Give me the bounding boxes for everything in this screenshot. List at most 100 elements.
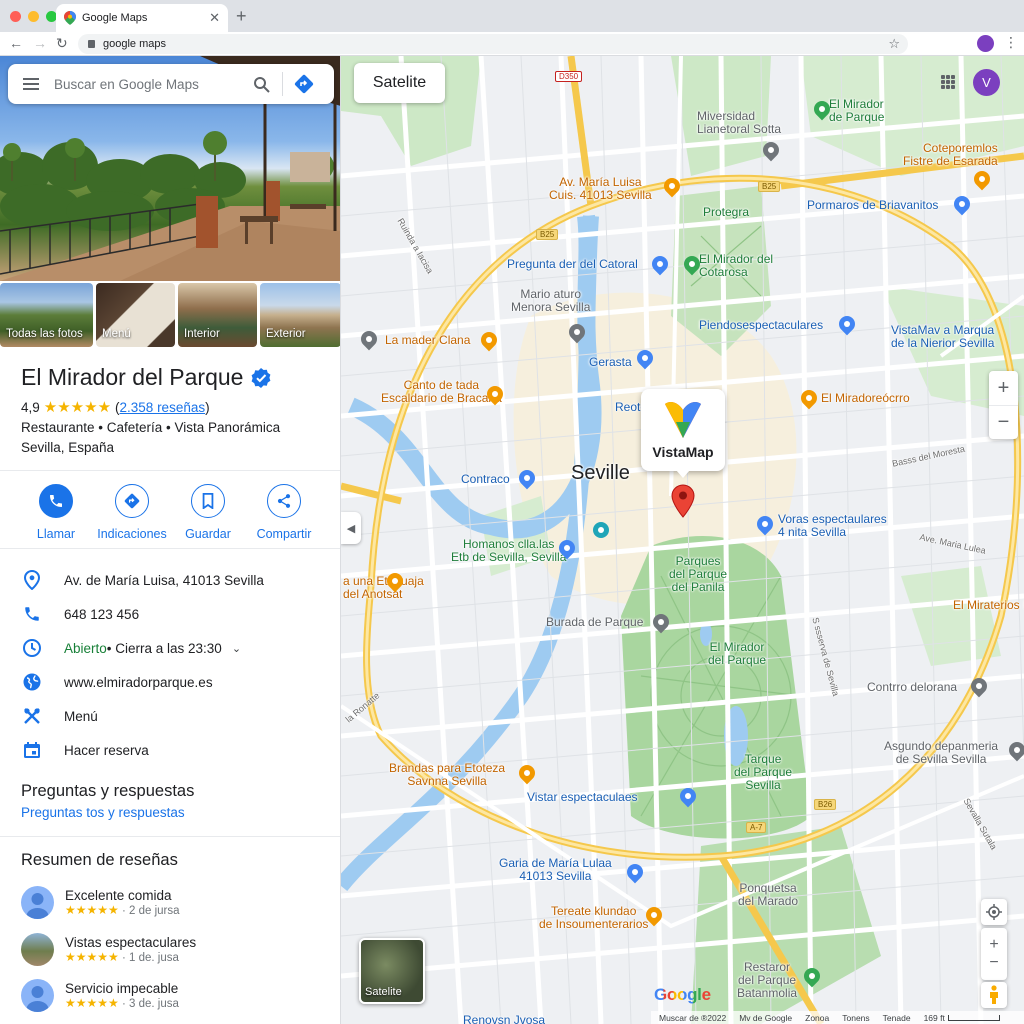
map-label: Tereate klundao de Insoumenterarios: [539, 904, 649, 931]
website-row[interactable]: www.elmiradorparque.es: [21, 671, 213, 693]
url-field[interactable]: google maps ☆: [78, 34, 908, 54]
phone-row[interactable]: 648 123 456: [21, 603, 139, 625]
directions-icon[interactable]: [287, 74, 321, 94]
map-label: La mader Clana: [385, 333, 471, 347]
hours-row[interactable]: Abierto • Cierra a las 23:30 ⌄: [21, 637, 241, 659]
map-label: Pormaros de Briavanitos: [807, 198, 939, 212]
call-button[interactable]: Llamar: [18, 484, 94, 541]
pegman-icon[interactable]: [981, 982, 1007, 1008]
back-icon[interactable]: ←: [9, 35, 23, 51]
satellite-layer-thumbnail[interactable]: Satelite: [359, 938, 425, 1004]
zoom-in-small-button[interactable]: +: [989, 936, 998, 954]
vistamap-popup[interactable]: VistaMap: [641, 389, 725, 478]
scale-bar[interactable]: 169 ft: [924, 1013, 1000, 1023]
road-shield: A-7: [746, 822, 767, 833]
reload-icon[interactable]: ↻: [56, 35, 68, 52]
review-item[interactable]: Servicio impecable ★★★★★ · 3 de. jusa: [21, 979, 179, 1012]
menu-row[interactable]: Menú: [21, 705, 98, 727]
browser-profile-avatar[interactable]: [977, 35, 994, 52]
chevron-down-icon[interactable]: ⌄: [232, 642, 241, 655]
bookmark-icon: [191, 484, 225, 518]
review-title: Excelente comida: [65, 888, 172, 903]
phone-icon: [39, 484, 73, 518]
address-bar-row: ← → ↻ google maps ☆ ⋮: [0, 32, 1024, 56]
scale-label: 169 ft: [923, 1012, 945, 1023]
search-input[interactable]: [54, 76, 244, 92]
verified-badge-icon: [252, 367, 271, 388]
divider: [0, 470, 340, 471]
hero-photo[interactable]: [0, 56, 340, 281]
search-icon[interactable]: [244, 76, 278, 93]
share-button[interactable]: Compartir: [246, 484, 322, 541]
photo-exterior[interactable]: Exterior: [260, 283, 340, 347]
review-title: Vistas espectaculares: [65, 935, 197, 950]
utensils-icon: [21, 705, 43, 727]
tab-close-icon[interactable]: ✕: [209, 10, 220, 26]
selected-place-pin-icon[interactable]: [671, 484, 695, 518]
photo-all[interactable]: Todas las fotos: [0, 283, 93, 347]
photo-interior[interactable]: Interior: [178, 283, 257, 347]
footer-feedback-link[interactable]: Tenade: [883, 1013, 911, 1023]
lock-icon: [88, 40, 95, 48]
zoom-out-small-button[interactable]: −: [989, 954, 998, 972]
closing-hours: • Cierra a las 23:30: [106, 640, 222, 656]
bookmark-star-icon[interactable]: ☆: [888, 36, 900, 52]
review-item[interactable]: Excelente comida ★★★★★ · 2 de jursa: [21, 886, 180, 919]
scale-line: [947, 1014, 1000, 1021]
directions-button[interactable]: Indicaciones: [94, 484, 170, 541]
browser-tab[interactable]: Google Maps ✕: [56, 4, 228, 32]
directions-label: Indicaciones: [97, 527, 167, 541]
photo-label: Interior: [184, 328, 220, 340]
map-footer: Muscar de ®2022 Mv de Google Zonoa Tonen…: [651, 1011, 1024, 1024]
my-location-icon[interactable]: [981, 899, 1007, 925]
zoom-in-button[interactable]: +: [989, 371, 1018, 405]
footer-maps-link[interactable]: Mv de Google: [739, 1013, 792, 1023]
footer-terms-link[interactable]: Tonens: [842, 1013, 869, 1023]
qa-section-title: Preguntas y respuestas: [21, 782, 195, 800]
map-canvas[interactable]: D350 B25 B25 B26 A-7 Miversidad Lianetora…: [341, 56, 1024, 1024]
menu-text: Menú: [64, 708, 98, 724]
phone-text: 648 123 456: [64, 606, 140, 622]
minimize-window-button[interactable]: [28, 11, 39, 22]
zoom-out-button[interactable]: −: [989, 405, 1018, 439]
review-date: · 2 de jursa: [118, 905, 180, 917]
collapse-panel-button[interactable]: ◀: [341, 512, 361, 544]
action-buttons: Llamar Indicaciones Guardar Compartir: [0, 484, 340, 541]
rating-value: 4,9: [21, 399, 40, 415]
save-button[interactable]: Guardar: [170, 484, 246, 541]
save-label: Guardar: [185, 527, 231, 541]
transit-stop-icon[interactable]: [593, 522, 609, 538]
search-box: [8, 64, 334, 104]
share-icon: [267, 484, 301, 518]
address-row[interactable]: Av. de María Luisa, 41013 Sevilla: [21, 569, 264, 591]
forward-icon[interactable]: →: [33, 35, 47, 51]
satellite-toggle-button[interactable]: Satelite: [354, 63, 445, 103]
review-item[interactable]: Vistas espectaculares ★★★★★ · 1 de. jusa: [21, 933, 196, 966]
reviews-paren-close: ): [205, 399, 210, 415]
reviews-count-link[interactable]: 2.358 reseñas: [120, 400, 206, 415]
map-label: Contraco: [461, 472, 510, 486]
window-controls: [10, 11, 57, 22]
map-label: Contrro delorana: [867, 680, 958, 694]
map-label: Asgundo depanmeria de Sevilla Sevilla: [884, 739, 999, 766]
close-window-button[interactable]: [10, 11, 21, 22]
photo-menu[interactable]: Menú: [96, 283, 175, 347]
new-tab-button[interactable]: +: [236, 6, 247, 27]
address-text: Av. de María Luisa, 41013 Sevilla: [64, 572, 264, 588]
menu-hamburger-icon[interactable]: [8, 78, 54, 90]
clock-icon: [21, 637, 43, 659]
reserve-row[interactable]: Hacer reserva: [21, 739, 149, 761]
url-text: google maps: [103, 38, 166, 50]
qa-link[interactable]: Preguntas tos y respuestas: [21, 805, 185, 820]
footer-zone-link[interactable]: Zonoa: [805, 1013, 829, 1023]
map-label: Renovsn Jvosa: [463, 1013, 546, 1024]
reviews-summary-title: Resumen de reseñas: [21, 851, 178, 869]
zoom-controls-bottom: + −: [981, 928, 1007, 980]
map-label: Protegra: [703, 205, 750, 219]
apps-grid-icon[interactable]: [941, 75, 955, 89]
footer-map-data[interactable]: Muscar de ®2022: [659, 1013, 726, 1023]
browser-menu-icon[interactable]: ⋮: [1004, 34, 1018, 51]
user-avatar[interactable]: V: [973, 69, 1000, 96]
map-label: Parques del Parque del Panila: [669, 554, 728, 594]
place-panel: Todas las fotos Menú Interior Exterior E…: [0, 56, 341, 1024]
